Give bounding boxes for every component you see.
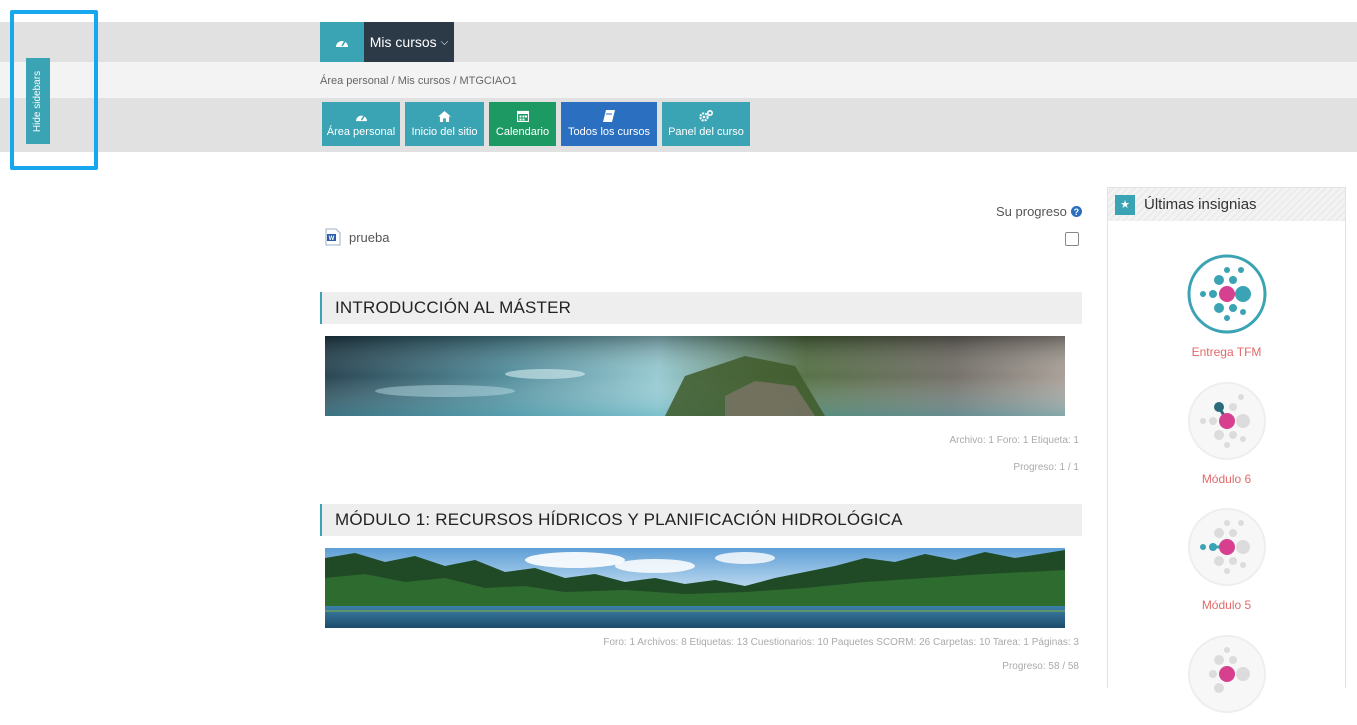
activity-name: prueba [349,229,390,245]
block-title: Últimas insignias [1144,196,1257,213]
section-activity-summary: Archivo: 1 Foro: 1 Etiqueta: 1 [949,435,1079,446]
quicklink-label: Panel del curso [668,126,744,138]
section-progress: Progreso: 1 / 1 [1013,462,1079,473]
book-icon [603,110,615,122]
latest-badges-block: ★ Últimas insignias Entrega TFM Módulo 6… [1107,187,1346,713]
block-header: ★ Últimas insignias [1108,188,1345,221]
quicklink-label: Inicio del sitio [411,125,478,138]
help-icon[interactable]: ? [1070,206,1082,217]
chevron-down-icon: ⌵ [440,36,449,48]
dashboard-icon [355,114,367,121]
section-heading[interactable]: INTRODUCCIÓN AL MÁSTER [320,292,1082,324]
highlight-box [10,10,98,170]
breadcrumb-bar [0,62,1357,99]
progress-label: Su progreso [996,204,1067,219]
dashboard-button[interactable] [320,22,364,62]
section-banner-image [325,548,1065,628]
gears-icon [699,110,713,122]
breadcrumb: Área personal / Mis cursos / MTGCIAO1 [320,75,517,87]
progress-header: Su progreso ? [996,204,1082,219]
badge-item[interactable]: Módulo 6 [1108,381,1345,486]
badge-name: Entrega TFM [1191,345,1262,359]
word-document-icon: W [325,228,341,246]
trophy-icon: ★ [1115,194,1135,215]
network-badge-icon [1187,635,1266,713]
svg-text:W: W [329,236,335,242]
section-banner-image [325,336,1065,416]
home-icon [438,110,451,122]
badge-name: Módulo 6 [1201,472,1252,486]
breadcrumb-item-mis-cursos[interactable]: Mis cursos [398,75,451,87]
section-activity-summary: Foro: 1 Archivos: 8 Etiquetas: 13 Cuesti… [603,637,1079,648]
dashboard-icon [336,40,348,47]
top-navbar [0,22,1357,62]
section-heading[interactable]: MÓDULO 1: RECURSOS HÍDRICOS Y PLANIFICAC… [320,504,1082,536]
quicklink-label: Todos los cursos [568,126,650,138]
completion-checkbox[interactable] [1065,232,1079,246]
mis-cursos-label: Mis cursos [369,34,437,50]
badge-name: Módulo 5 [1201,598,1252,612]
section-progress: Progreso: 58 / 58 [1002,661,1079,672]
network-badge-icon [1187,508,1266,586]
breadcrumb-item-area-personal[interactable]: Área personal [320,75,389,87]
quicklink-calendario[interactable]: Calendario [489,102,556,146]
activity-file[interactable]: W prueba [325,228,389,246]
quicklink-area-personal[interactable]: Área personal [322,102,400,146]
quicklink-label: Calendario [495,126,550,138]
breadcrumb-item-course[interactable]: MTGCIAO1 [459,75,516,87]
badge-item[interactable]: Entrega TFM [1108,254,1345,359]
badge-item[interactable]: Módulo 5 [1108,507,1345,612]
mis-cursos-menu[interactable]: Mis cursos ⌵ [364,22,454,62]
calendar-icon [516,110,529,122]
quicklink-label: Área personal [326,125,396,138]
network-badge-icon [1187,254,1266,334]
quicklink-panel-del-curso[interactable]: Panel del curso [662,102,750,146]
quicklink-inicio-del-sitio[interactable]: Inicio del sitio [405,102,484,146]
quicklink-todos-los-cursos[interactable]: Todos los cursos [561,102,657,146]
network-badge-icon [1187,382,1266,460]
badge-item[interactable] [1108,634,1345,725]
